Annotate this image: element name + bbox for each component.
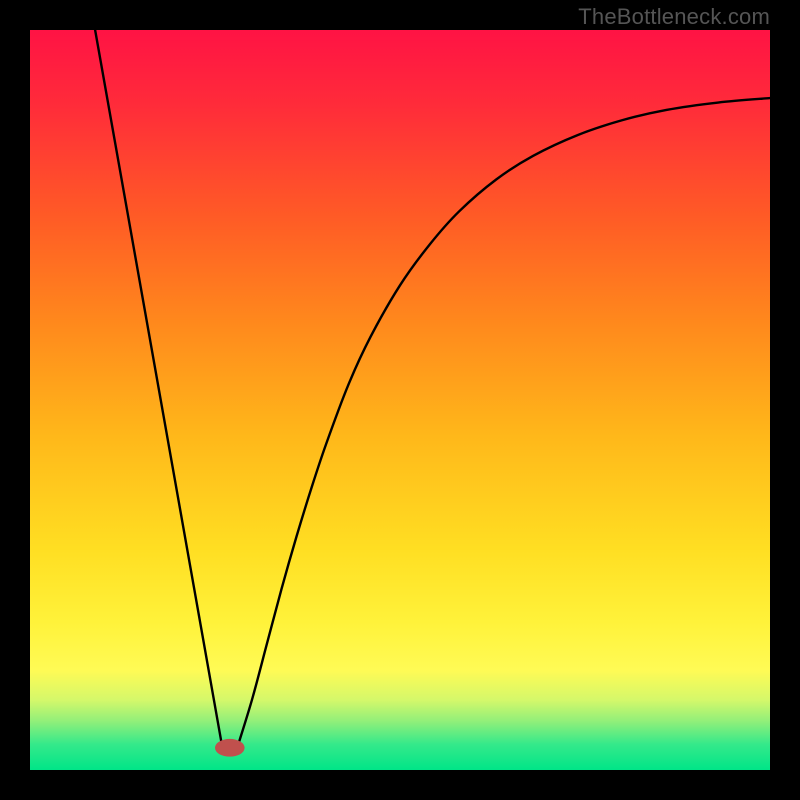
chart-frame <box>30 30 770 770</box>
gradient-background <box>30 30 770 770</box>
watermark-text: TheBottleneck.com <box>578 4 770 30</box>
bottleneck-chart <box>30 30 770 770</box>
red-pill-marker <box>215 739 245 757</box>
